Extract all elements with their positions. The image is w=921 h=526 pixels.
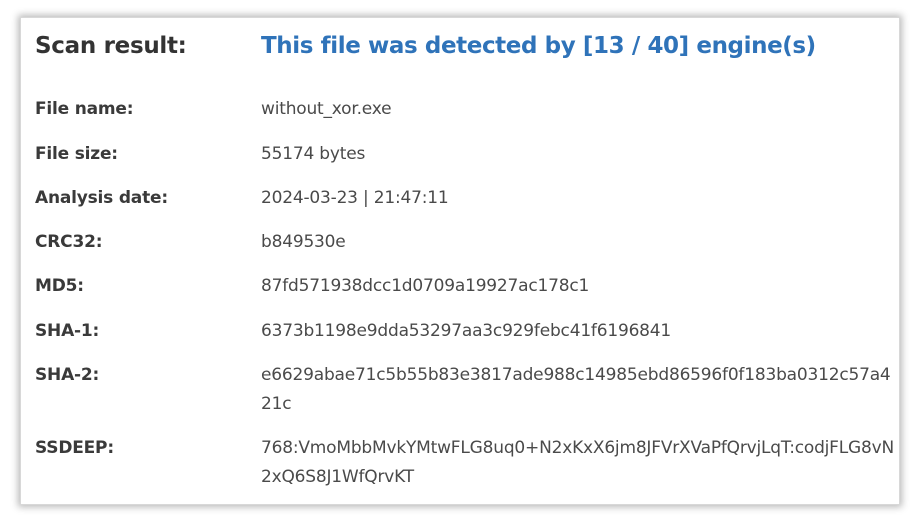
file-size-value: 55174 bytes bbox=[261, 144, 366, 164]
ssdeep-label: SSDEEP: bbox=[35, 438, 114, 458]
detection-summary: This file was detected by [13 / 40] engi… bbox=[261, 33, 816, 59]
scan-result-label: Scan result: bbox=[35, 33, 187, 59]
analysis-date-value: 2024-03-23 | 21:47:11 bbox=[261, 188, 449, 208]
sha2-value: e6629abae71c5b55b83e3817ade988c14985ebd8… bbox=[261, 365, 891, 414]
file-name-label: File name: bbox=[35, 99, 134, 119]
file-name-value: without_xor.exe bbox=[261, 99, 392, 119]
analysis-date-label: Analysis date: bbox=[35, 188, 168, 208]
file-size-label: File size: bbox=[35, 144, 118, 164]
md5-label: MD5: bbox=[35, 276, 84, 296]
ssdeep-value: 768:VmoMbbMvkYMtwFLG8uq0+N2xKxX6jm8JFVrX… bbox=[261, 438, 894, 487]
sha1-value: 6373b1198e9dda53297aa3c929febc41f6196841 bbox=[261, 321, 672, 341]
sha2-label: SHA-2: bbox=[35, 365, 100, 385]
crc32-label: CRC32: bbox=[35, 232, 103, 252]
sha1-label: SHA-1: bbox=[35, 321, 100, 341]
crc32-value: b849530e bbox=[261, 232, 346, 252]
md5-value: 87fd571938dcc1d0709a19927ac178c1 bbox=[261, 276, 590, 296]
scan-result-card: Scan result: This file was detected by [… bbox=[20, 17, 900, 505]
